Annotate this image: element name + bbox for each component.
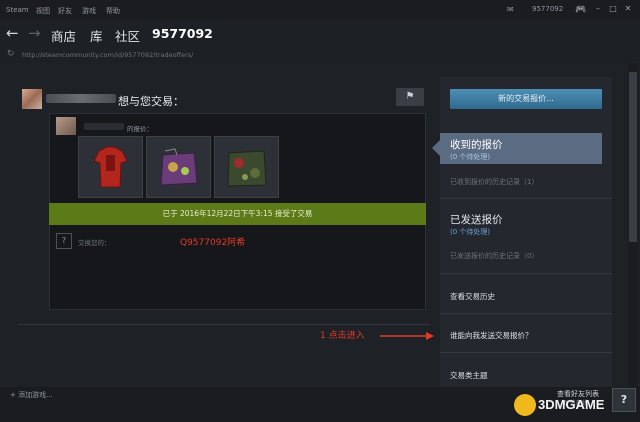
nav-username[interactable]: 9577092 [152,26,213,41]
arrow-right-icon[interactable]: → [28,24,41,42]
trade-topics-link[interactable]: 交易类主题 [450,370,488,381]
receive-label: 交换您的： [78,239,111,247]
report-flag-button[interactable]: ⚑ [396,88,424,106]
reload-icon[interactable]: ↻ [7,49,15,59]
add-game-label: 添加游戏... [18,391,53,399]
url-bar: ↻ http://steamcommunity.com/id/9577092/t… [0,47,640,63]
item-purple-backpack[interactable] [146,136,211,198]
menubar: Steam 视图 好友 游戏 帮助 ✉ 9577092 🎮 – □ ✕ [0,0,640,20]
received-history-link[interactable]: 已收到报价的历史记录（1） [450,177,538,187]
nav-library[interactable]: 库 [90,26,103,45]
red-overlay-note: Q9577092阿希 [180,238,246,248]
partner-avatar[interactable] [22,89,42,109]
notification-icon[interactable]: ✉ [507,5,514,14]
sidebar-divider [440,352,612,353]
menu-help[interactable]: 帮助 [106,6,120,16]
arrow-left-icon[interactable]: ← [6,24,19,42]
sent-history-link[interactable]: 已发送报价的历史记录（0） [450,251,538,261]
annotation-text: 1 点击进入 [320,331,365,341]
trade-headline: 想与您交易： [118,95,184,108]
big-picture-icon[interactable]: 🎮 [575,5,586,15]
received-offers-pending: (0 个待处理) [450,153,491,161]
menu-friends[interactable]: 好友 [58,6,72,16]
sidebar-divider [440,198,612,199]
sent-offers-pending: (0 个待处理) [450,228,491,236]
url-text[interactable]: http://steamcommunity.com/id/9577092/tra… [22,51,193,59]
trade-history-link[interactable]: 查看交易历史 [450,291,495,302]
offer-avatar [56,117,76,135]
new-trade-offer-button[interactable]: 新的交易报价... [450,89,602,109]
close-icon[interactable]: ✕ [623,4,633,14]
who-can-send-link[interactable]: 谁能向我发送交易报价？ [450,330,533,341]
item-red-shirt[interactable] [78,136,143,198]
plus-icon: + [10,391,16,399]
sent-offers-title[interactable]: 已发送报价 [450,212,503,227]
navbar: ← → 商店 库 社区 9577092 [0,20,640,47]
received-tab-notch [432,140,440,156]
partner-name-blurred [46,94,116,103]
annotation-arrow-icon [380,332,434,340]
item-camo-vest[interactable] [214,136,279,198]
sidebar-divider [440,273,612,274]
account-name[interactable]: 9577092 [532,5,563,13]
add-game-button[interactable]: + 添加游戏... [10,390,53,400]
sidebar-divider [440,313,612,314]
help-button[interactable]: ? [612,388,636,412]
red-shirt-icon [93,146,128,188]
scrollbar-thumb[interactable] [629,72,637,242]
nav-community[interactable]: 社区 [115,26,140,45]
content-divider [18,324,429,325]
offer-name-blurred [84,123,124,130]
received-offers-title[interactable]: 收到的报价 [450,137,503,152]
unknown-avatar-icon: ? [56,233,72,249]
minimize-icon[interactable]: – [593,4,603,14]
menu-games[interactable]: 游戏 [82,6,96,16]
trade-accepted-banner: 已于 2016年12月22日下午3:15 接受了交易 [49,203,426,225]
nav-store[interactable]: 商店 [51,26,76,45]
purple-backpack-icon [160,148,198,186]
maximize-icon[interactable]: □ [608,4,618,14]
offer-label: 的报价： [127,125,153,133]
watermark-text: 3DMGAME [538,397,605,412]
watermark-logo-icon [514,394,536,416]
menu-view[interactable]: 视图 [36,6,50,16]
menu-steam[interactable]: Steam [6,6,29,14]
camo-vest-icon [227,150,267,187]
flag-icon: ⚑ [405,91,415,102]
